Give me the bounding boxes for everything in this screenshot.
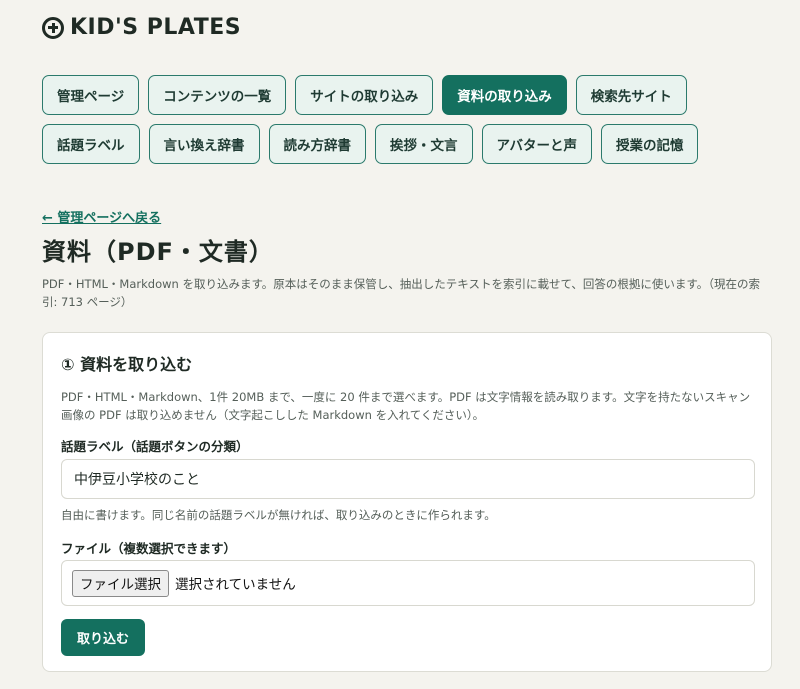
nav-row-1: 管理ページ コンテンツの一覧 サイトの取り込み 資料の取り込み 検索先サイト xyxy=(42,75,762,115)
file-select-button[interactable]: ファイル選択 xyxy=(72,569,169,597)
nav-button-document-import[interactable]: 資料の取り込み xyxy=(442,75,567,115)
topic-label-field-label: 話題ラベル（話題ボタンの分類） xyxy=(61,439,249,454)
page-title: 資料（PDF・文書） xyxy=(42,238,274,266)
topic-label-input[interactable]: 中伊豆小学校のこと xyxy=(61,459,755,499)
card-title: ① 資料を取り込む xyxy=(61,355,193,374)
nav-button-avatar-voice[interactable]: アバターと声 xyxy=(481,124,592,164)
nav-button-content-list[interactable]: コンテンツの一覧 xyxy=(148,75,287,115)
nav-button-reading-dictionary[interactable]: 読み方辞書 xyxy=(268,124,366,164)
plus-circle-icon xyxy=(42,16,64,39)
import-card: ① 資料を取り込む PDF・HTML・Markdown、1件 20MB まで、一… xyxy=(42,332,772,672)
page-description: PDF・HTML・Markdown を取り込みます。原本はそのまま保管し、抽出し… xyxy=(42,277,760,309)
admin-nav: 管理ページ コンテンツの一覧 サイトの取り込み 資料の取り込み 検索先サイト 話… xyxy=(42,75,762,173)
file-status-text: 選択されていません xyxy=(175,577,296,593)
card-description: PDF・HTML・Markdown、1件 20MB まで、一度に 20 件まで選… xyxy=(61,390,751,422)
nav-row-2: 話題ラベル 言い換え辞書 読み方辞書 挨拶・文言 アバターと声 授業の記憶 xyxy=(42,124,762,164)
nav-button-site-import[interactable]: サイトの取り込み xyxy=(295,75,434,115)
nav-button-admin-page[interactable]: 管理ページ xyxy=(42,75,140,115)
import-submit-button[interactable]: 取り込む xyxy=(61,619,145,656)
topic-label-hint: 自由に書けます。同じ名前の話題ラベルが無ければ、取り込みのときに作られます。 xyxy=(61,508,496,522)
nav-button-paraphrase-dictionary[interactable]: 言い換え辞書 xyxy=(148,124,260,164)
nav-button-greetings[interactable]: 挨拶・文言 xyxy=(375,124,473,164)
nav-button-topic-labels[interactable]: 話題ラベル xyxy=(42,124,140,164)
logo[interactable]: KID'S PLATES xyxy=(42,15,241,40)
logo-text: KID'S PLATES xyxy=(70,15,242,40)
file-field-label: ファイル（複数選択できます） xyxy=(61,541,237,556)
nav-button-search-sites[interactable]: 検索先サイト xyxy=(575,75,687,115)
nav-button-lesson-memory[interactable]: 授業の記憶 xyxy=(600,124,699,164)
back-to-admin-link[interactable]: ← 管理ページへ戻る xyxy=(42,207,161,226)
file-input[interactable]: ファイル選択 選択されていません xyxy=(61,560,755,606)
